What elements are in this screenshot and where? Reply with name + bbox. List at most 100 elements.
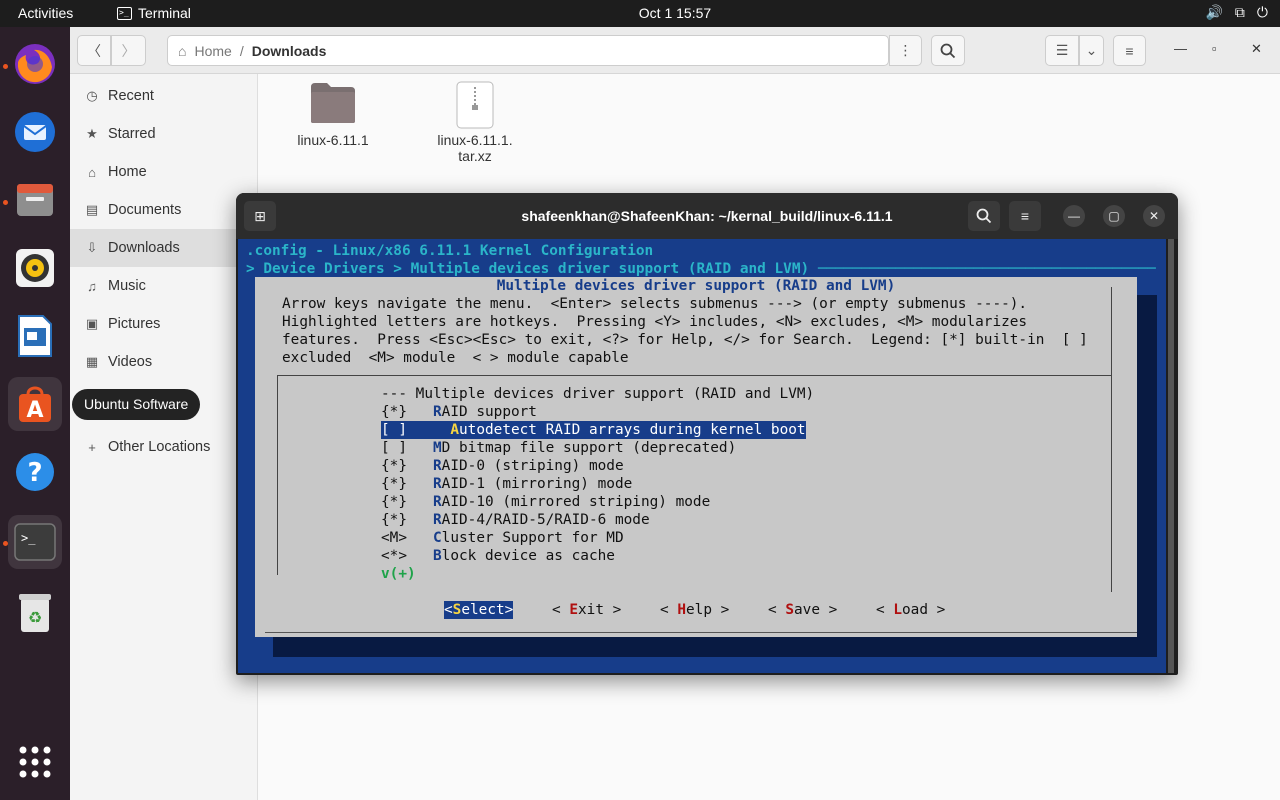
terminal-search-button[interactable]: [968, 201, 1000, 231]
sidebar-item-starred[interactable]: ★ Starred: [70, 115, 258, 153]
help-text: Highlighted letters are hotkeys. Pressin…: [282, 314, 1028, 330]
system-tray[interactable]: 🔊 ⧉ ⏻: [1205, 4, 1268, 21]
maximize-button[interactable]: ▫: [1212, 41, 1217, 56]
file-item-folder[interactable]: linux-6.11.1: [280, 81, 386, 148]
sidebar-label: Pictures: [108, 316, 161, 332]
terminal-content[interactable]: .config - Linux/x86 6.11.1 Kernel Config…: [238, 239, 1166, 673]
files-icon[interactable]: [8, 173, 62, 227]
menu-state: [ ]: [381, 440, 407, 456]
button-bracket: >: [820, 602, 838, 618]
view-list-button[interactable]: ☰: [1045, 35, 1079, 66]
sidebar-item-documents[interactable]: ▤ Documents: [70, 191, 258, 229]
exit-button[interactable]: < Exit >: [552, 601, 621, 619]
button-label: xit: [578, 602, 604, 618]
menu-item-raid1[interactable]: {*} RAID-1 (mirroring) mode: [381, 475, 632, 493]
sidebar-item-downloads[interactable]: ⇩ Downloads: [70, 229, 258, 267]
back-button[interactable]: 〈: [77, 35, 111, 66]
thunderbird-icon[interactable]: [8, 105, 62, 159]
button-label: elp: [686, 602, 712, 618]
path-bar[interactable]: ⌂ Home / Downloads: [167, 35, 889, 66]
ubuntu-software-icon[interactable]: A: [8, 377, 62, 431]
button-bracket: <: [660, 602, 678, 618]
libreoffice-writer-icon[interactable]: [8, 309, 62, 363]
menu-item-md-bitmap[interactable]: [ ] MD bitmap file support (deprecated): [381, 439, 736, 457]
home-icon: ⌂: [178, 42, 187, 59]
sidebar-item-other-locations[interactable]: + Other Locations: [70, 428, 258, 466]
terminal-maximize-button[interactable]: ▢: [1103, 205, 1125, 227]
load-button[interactable]: < Load >: [876, 601, 945, 619]
activities-button[interactable]: Activities: [18, 5, 73, 21]
firefox-icon[interactable]: [8, 37, 62, 91]
sidebar-item-videos[interactable]: ▦ Videos: [70, 343, 258, 381]
forward-button[interactable]: 〉: [111, 35, 146, 66]
search-icon: [976, 208, 992, 224]
clock-icon: ◷: [86, 88, 98, 103]
sidebar-label: Music: [108, 278, 146, 294]
menu-item-block-cache[interactable]: <*> Block device as cache: [381, 547, 615, 565]
film-icon: ▦: [85, 354, 99, 369]
rhythmbox-icon[interactable]: [8, 241, 62, 295]
path-menu-button[interactable]: ⋮: [889, 35, 922, 66]
menu-state: {*}: [381, 404, 407, 420]
sidebar-item-music[interactable]: ♫ Music: [70, 267, 258, 305]
clock[interactable]: Oct 1 15:57: [600, 5, 750, 21]
menu-item-raid0[interactable]: {*} RAID-0 (striping) mode: [381, 457, 624, 475]
svg-text:>_: >_: [21, 531, 36, 545]
svg-text:A: A: [26, 398, 43, 423]
select-button[interactable]: <Select>: [444, 601, 514, 619]
sidebar-label: Videos: [108, 354, 153, 370]
minimize-button[interactable]: —: [1174, 41, 1187, 56]
terminal-menu-button[interactable]: ≡: [1009, 201, 1041, 231]
help-button[interactable]: < Help >: [660, 601, 729, 619]
kebab-menu-icon: ⋮: [898, 42, 913, 58]
main-menu-button[interactable]: ≡: [1113, 35, 1146, 66]
close-button[interactable]: ✕: [1251, 41, 1262, 57]
menu-state: {*}: [381, 476, 407, 492]
view-options-button[interactable]: ⌄: [1079, 35, 1104, 66]
hamburger-icon: ≡: [1020, 208, 1030, 224]
menu-item-raid456[interactable]: {*} RAID-4/RAID-5/RAID-6 mode: [381, 511, 650, 529]
path-current[interactable]: Downloads: [252, 43, 327, 59]
menu-item-autodetect-raid[interactable]: [ ] Autodetect RAID arrays during kernel…: [381, 421, 806, 439]
button-bracket: <: [444, 602, 453, 618]
menu-label: utodetect RAID arrays during kernel boot: [459, 422, 806, 438]
show-apps-icon[interactable]: [8, 735, 62, 789]
sidebar-label: Other Locations: [108, 439, 211, 455]
sidebar-item-pictures[interactable]: ▣ Pictures: [70, 305, 258, 343]
app-menu[interactable]: >_ Terminal: [117, 5, 191, 21]
menu-label: AID-4/RAID-5/RAID-6 mode: [441, 512, 650, 528]
terminal-icon: >_: [117, 6, 132, 20]
menu-label: AID-10 (mirrored striping) mode: [441, 494, 711, 510]
menu-hotkey: R: [433, 404, 442, 420]
help-icon[interactable]: ?: [8, 445, 62, 499]
terminal-close-button[interactable]: ✕: [1143, 205, 1165, 227]
terminal-app-icon[interactable]: >_: [8, 515, 62, 569]
power-icon[interactable]: ⏻: [1257, 4, 1268, 21]
save-button[interactable]: < Save >: [768, 601, 837, 619]
button-hotkey: E: [569, 602, 578, 618]
menu-item-cluster-md[interactable]: <M> Cluster Support for MD: [381, 529, 624, 547]
file-item-archive[interactable]: linux-6.11.1. tar.xz: [422, 81, 528, 164]
network-icon[interactable]: ⧉: [1235, 4, 1245, 21]
dialog-title: Multiple devices driver support (RAID an…: [496, 278, 896, 294]
terminal-scrollbar[interactable]: [1168, 239, 1174, 673]
menu-hotkey: R: [433, 476, 442, 492]
menu-item-raid-support[interactable]: {*} RAID support: [381, 403, 537, 421]
menu-hotkey: A: [450, 422, 459, 438]
volume-icon[interactable]: 🔊: [1205, 4, 1222, 21]
sidebar-item-home[interactable]: ⌂ Home: [70, 153, 258, 191]
path-home[interactable]: Home: [194, 43, 231, 59]
search-button[interactable]: [931, 35, 965, 66]
svg-text:?: ?: [27, 458, 42, 488]
button-bracket: >: [504, 602, 514, 618]
trash-icon[interactable]: ♻: [8, 585, 62, 639]
help-text: excluded <M> module < > module capable: [282, 350, 629, 366]
menu-label: AID-1 (mirroring) mode: [441, 476, 633, 492]
menu-state: <*>: [381, 548, 407, 564]
button-bracket: >: [712, 602, 730, 618]
terminal-minimize-button[interactable]: —: [1063, 205, 1085, 227]
menu-hotkey: C: [433, 530, 442, 546]
menu-hotkey: M: [433, 440, 442, 456]
sidebar-item-recent[interactable]: ◷ Recent: [70, 77, 258, 115]
menu-item-raid10[interactable]: {*} RAID-10 (mirrored striping) mode: [381, 493, 710, 511]
